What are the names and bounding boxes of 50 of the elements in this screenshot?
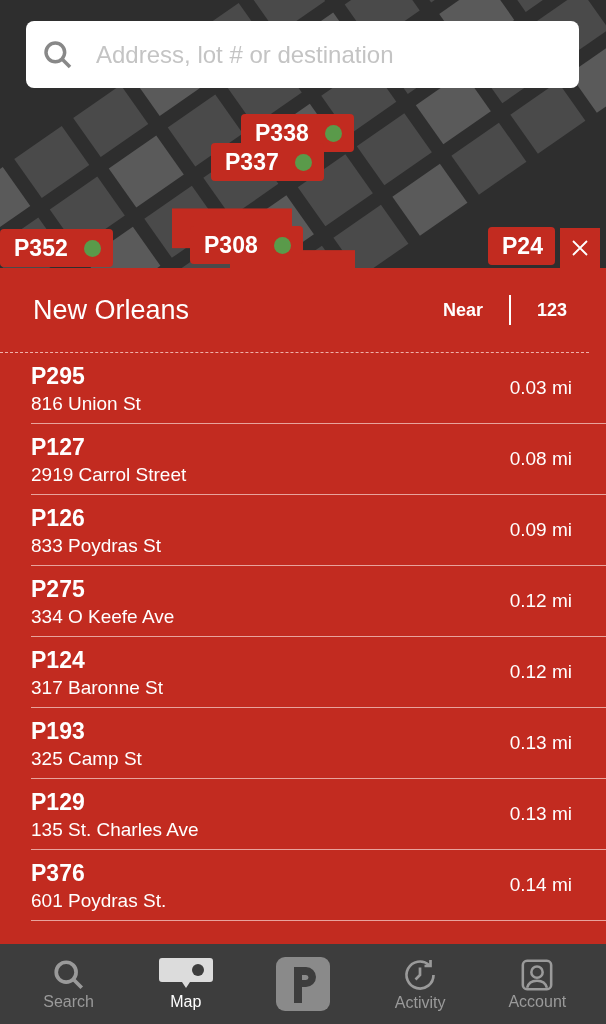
- lot-name: P129: [31, 791, 86, 814]
- lot-distance: 0.14 mi: [509, 872, 572, 897]
- lot-distance: 0.08 mi: [509, 446, 572, 471]
- lot-distance: 0.03 mi: [509, 375, 572, 400]
- lot-address: 325 Camp St: [31, 749, 143, 768]
- lot-distance: 0.13 mi: [509, 801, 572, 826]
- lot-distance: 0.13 mi: [509, 730, 572, 755]
- lot-address: 2919 Carrol Street: [31, 465, 188, 484]
- lot-row[interactable]: P124 317 Baronne St 0.12 mi: [31, 637, 606, 708]
- tab-bar-item[interactable]: Account: [487, 948, 588, 1020]
- lot-row[interactable]: P129 135 St. Charles Ave 0.13 mi: [31, 779, 606, 850]
- sort-option[interactable]: 123: [536, 296, 567, 324]
- lot-name: P275: [31, 578, 86, 601]
- lot-address: 601 Poydras St.: [31, 891, 168, 910]
- panel-title: New Orleans: [33, 293, 191, 327]
- lot-address: 816 Union St: [31, 394, 142, 413]
- lot-name: P126: [31, 507, 86, 530]
- lot-name: P193: [31, 720, 86, 743]
- lot-name: P376: [31, 862, 86, 885]
- lot-address: 833 Poydras St: [31, 536, 162, 555]
- lot-address: 334 O Keefe Ave: [31, 607, 176, 626]
- lot-name: P295: [31, 365, 86, 388]
- lot-distance: 0.09 mi: [509, 517, 572, 542]
- lot-marker[interactable]: P352: [0, 229, 113, 267]
- search-icon: [42, 39, 74, 71]
- search-field[interactable]: Address, lot # or destination: [26, 21, 579, 88]
- lot-row[interactable]: P126 833 Poydras St 0.09 mi: [31, 495, 606, 566]
- lot-name: P127: [31, 436, 86, 459]
- lot-address: 317 Baronne St: [31, 678, 165, 697]
- lot-marker[interactable]: P24: [488, 227, 555, 265]
- close-button[interactable]: [560, 228, 600, 268]
- lot-row[interactable]: P295 816 Union St 0.03 mi: [31, 353, 606, 424]
- lot-name: P124: [31, 649, 86, 672]
- tab-bar-item[interactable]: Activity: [370, 948, 471, 1020]
- lot-distance: 0.12 mi: [509, 659, 572, 684]
- lot-marker[interactable]: P337: [211, 143, 324, 181]
- lot-address: 135 St. Charles Ave: [31, 820, 200, 839]
- lot-marker[interactable]: P308: [190, 226, 303, 264]
- lot-row[interactable]: P127 2919 Carrol Street 0.08 mi: [31, 424, 606, 495]
- account-icon: [520, 958, 555, 992]
- sort-option[interactable]: Near: [442, 296, 483, 324]
- close-icon: [572, 240, 588, 256]
- lot-distance: 0.12 mi: [509, 588, 572, 613]
- parking-icon: [275, 957, 330, 1011]
- lot-row[interactable]: P376 601 Poydras St. 0.14 mi: [31, 850, 606, 921]
- tab-bar-item[interactable]: Search: [18, 948, 119, 1020]
- tab-bar-item[interactable]: Map: [135, 948, 236, 1020]
- lot-row[interactable]: P193 325 Camp St 0.13 mi: [31, 708, 606, 779]
- search-icon: [51, 958, 86, 992]
- lot-row[interactable]: P275 334 O Keefe Ave 0.12 mi: [31, 566, 606, 637]
